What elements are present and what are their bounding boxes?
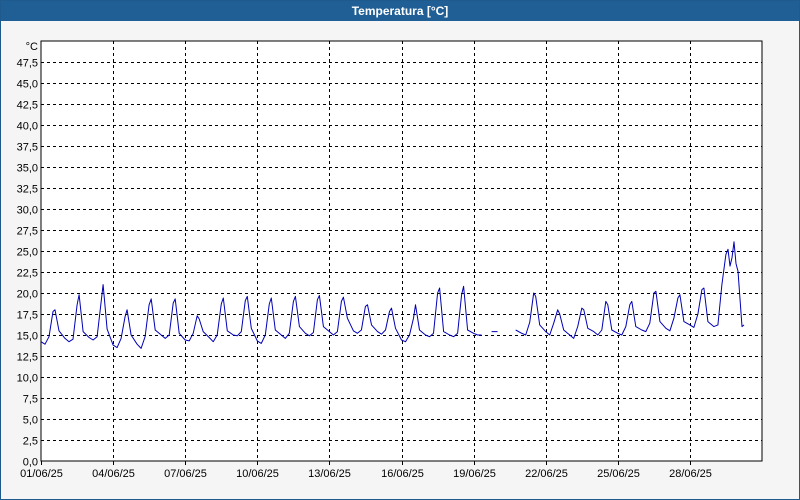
y-tick-label: 37,5	[17, 142, 38, 154]
y-tick-label: 30,0	[17, 205, 38, 217]
x-axis-ticks: 01/06/25 04/06/25 07/06/25 10/06/25 13/06/25…	[20, 461, 712, 480]
y-tick-label: 15,0	[17, 331, 38, 343]
y-tick-label: 42,5	[17, 100, 38, 112]
y-tick-label: 35,0	[17, 163, 38, 175]
y-tick-label: 25,0	[17, 247, 38, 259]
y-axis-ticks: 0,0 2,5 5,0 7,5 10,0 12,5 15,0 17,5 20,0 22,5 25,0…	[17, 41, 38, 469]
x-tick-label: 25/06/25	[597, 468, 640, 480]
chart-window: Temperatura [°C] 0,0 2,5 5,0 7,5 10,0 12,5 15,…	[0, 0, 800, 500]
x-tick-label: 01/06/25	[20, 468, 63, 480]
y-tick-label: 40,0	[17, 121, 38, 133]
x-tick-label: 10/06/25	[236, 468, 279, 480]
x-tick-label: 04/06/25	[92, 468, 135, 480]
x-tick-label: 16/06/25	[381, 468, 424, 480]
x-tick-label: 28/06/25	[669, 468, 712, 480]
y-tick-label: 12,5	[17, 352, 38, 364]
y-tick-label: 17,5	[17, 310, 38, 322]
y-tick-label: 5,0	[23, 415, 38, 427]
x-tick-label: 07/06/25	[164, 468, 207, 480]
y-tick-label: 32,5	[17, 184, 38, 196]
y-tick-label: 27,5	[17, 226, 38, 238]
y-tick-label: 47,5	[17, 58, 38, 70]
y-tick-label: 2,5	[23, 436, 38, 448]
window-title: Temperatura [°C]	[1, 1, 799, 21]
temperature-line-chart: 0,0 2,5 5,0 7,5 10,0 12,5 15,0 17,5 20,0 22,5 25,0…	[17, 40, 763, 480]
x-tick-label: 22/06/25	[525, 468, 568, 480]
y-tick-label: 45,0	[17, 79, 38, 91]
y-tick-label: 7,5	[23, 394, 38, 406]
x-tick-label: 13/06/25	[308, 468, 351, 480]
y-tick-label: 22,5	[17, 268, 38, 280]
gridlines	[41, 41, 762, 461]
y-tick-label: 20,0	[17, 289, 38, 301]
x-tick-label: 19/06/25	[453, 468, 496, 480]
y-tick-label: 0,0	[23, 457, 38, 469]
y-tick-label: 10,0	[17, 373, 38, 385]
y-axis-label: °C	[26, 41, 38, 53]
